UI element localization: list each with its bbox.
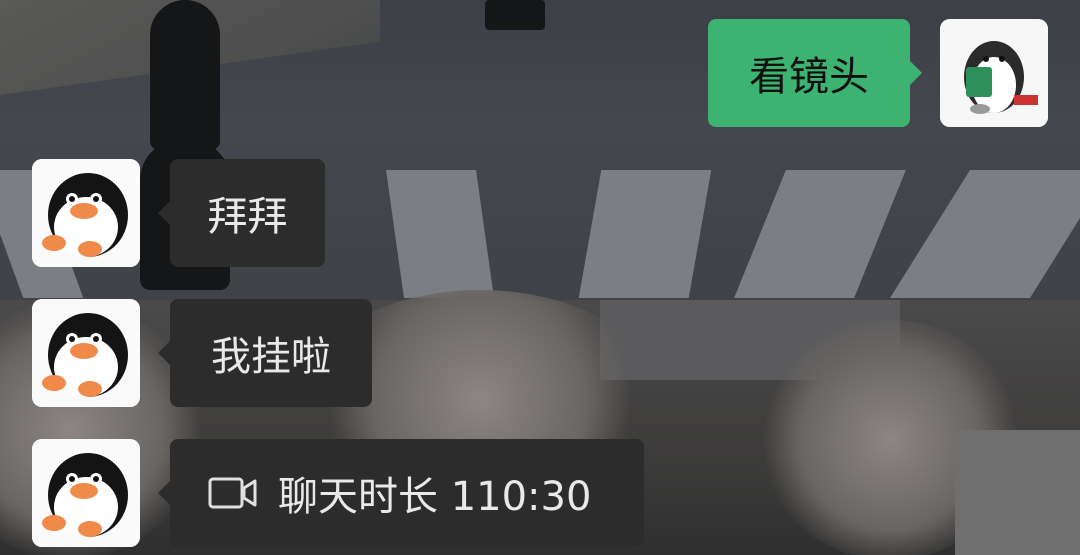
penguin-avatar-icon (32, 299, 140, 407)
contact-avatar[interactable] (32, 159, 140, 267)
message-text: 看镜头 (749, 54, 869, 100)
message-bubble-incoming[interactable]: 我挂啦 (158, 299, 372, 407)
call-duration-text: 聊天时长 110:30 (278, 474, 592, 520)
my-avatar[interactable] (940, 19, 1048, 127)
message-bubble-outgoing[interactable]: 看镜头 (708, 19, 922, 127)
penguin-avatar-icon (32, 159, 140, 267)
contact-avatar[interactable] (32, 439, 140, 547)
penguin-avatar-icon (32, 439, 140, 547)
message-bubble-incoming[interactable]: 拜拜 (158, 159, 325, 267)
video-camera-icon (208, 477, 257, 509)
message-text: 拜拜 (207, 194, 288, 240)
penguin-reading-icon (940, 19, 1048, 127)
contact-avatar[interactable] (32, 299, 140, 407)
video-call-bubble[interactable]: 聊天时长 110:30 (158, 439, 644, 547)
message-text: 我挂啦 (211, 334, 331, 380)
